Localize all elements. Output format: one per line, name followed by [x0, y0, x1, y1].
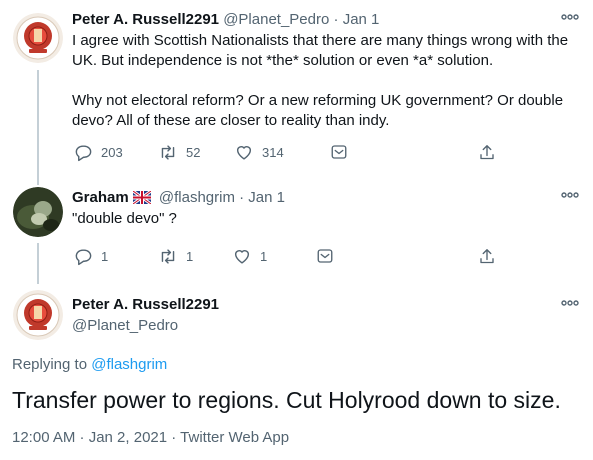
tweet-text: Transfer power to regions. Cut Holyrood …: [12, 387, 561, 413]
tweet-paragraph: "double devo" ?: [72, 210, 177, 227]
reply-count: 203: [101, 144, 123, 160]
tweet-header: Peter A. Russell2291 @Planet_Pedro · Jan…: [72, 11, 379, 28]
reply-icon: [74, 247, 93, 266]
tweet-paragraph: I agree with Scottish Nationalists that …: [72, 32, 569, 69]
tweet-text: "double devo" ?: [72, 209, 577, 229]
retweet-count: 1: [186, 248, 194, 264]
share-via-dm-button[interactable]: [330, 141, 348, 163]
tweet-header: Graham @flashgrim · Jan 1: [72, 189, 285, 208]
mention-link[interactable]: @flashgrim: [91, 356, 167, 373]
reply-button[interactable]: 1: [74, 245, 108, 267]
like-button[interactable]: 314: [234, 141, 284, 163]
like-count: 314: [262, 144, 284, 160]
uk-flag-icon: [131, 189, 152, 208]
replying-prefix: Replying to: [12, 356, 92, 373]
display-name[interactable]: Peter A. Russell2291: [72, 296, 219, 313]
display-name[interactable]: Peter A. Russell2291: [72, 11, 219, 28]
user-handle[interactable]: @Planet_Pedro: [223, 11, 329, 28]
reply-icon: [74, 143, 93, 162]
more-options-icon[interactable]: [561, 300, 579, 308]
more-options-icon[interactable]: [561, 14, 579, 22]
user-handle[interactable]: @Planet_Pedro: [72, 317, 178, 334]
reply-count: 1: [101, 248, 109, 264]
share-button[interactable]: [478, 245, 496, 267]
more-options-icon[interactable]: [561, 192, 579, 200]
tweet-text: I agree with Scottish Nationalists that …: [72, 31, 577, 131]
replying-to: Replying to @flashgrim: [12, 356, 167, 373]
share-button[interactable]: [478, 141, 496, 163]
like-count: 1: [260, 248, 268, 264]
share-via-dm-button[interactable]: [316, 245, 334, 267]
separator: ·: [333, 11, 339, 28]
user-handle[interactable]: @flashgrim: [159, 189, 235, 206]
tweet-actions: 203 52 314: [72, 141, 512, 163]
tweet-paragraph: Why not electoral reform? Or a new refor…: [72, 92, 564, 129]
display-name[interactable]: Graham: [72, 189, 129, 206]
tweet-date[interactable]: Jan 1: [343, 11, 380, 28]
share-via-dm-icon: [316, 247, 334, 265]
tweet-2[interactable]: Graham @flashgrim · Jan 1 "double devo" …: [0, 178, 593, 278]
avatar[interactable]: [13, 13, 63, 63]
heart-icon: [232, 247, 252, 266]
tweet-date[interactable]: Jan 1: [248, 189, 285, 206]
heart-icon: [234, 143, 254, 162]
retweet-count: 52: [186, 144, 201, 160]
tweet-actions: 1 1 1: [72, 245, 512, 267]
tweet-meta: 12:00 AM · Jan 2, 2021 · Twitter Web App: [12, 429, 290, 446]
separator: ·: [239, 189, 245, 206]
share-icon: [478, 247, 496, 266]
reply-button[interactable]: 203: [74, 141, 123, 163]
avatar[interactable]: [13, 187, 63, 237]
tweet-1[interactable]: Peter A. Russell2291 @Planet_Pedro · Jan…: [0, 0, 593, 178]
retweet-button[interactable]: 1: [158, 245, 193, 267]
retweet-icon: [158, 247, 178, 266]
retweet-button[interactable]: 52: [158, 141, 200, 163]
avatar[interactable]: [13, 290, 63, 340]
share-via-dm-icon: [330, 143, 348, 161]
share-icon: [478, 143, 496, 162]
retweet-icon: [158, 143, 178, 162]
like-button[interactable]: 1: [232, 245, 267, 267]
